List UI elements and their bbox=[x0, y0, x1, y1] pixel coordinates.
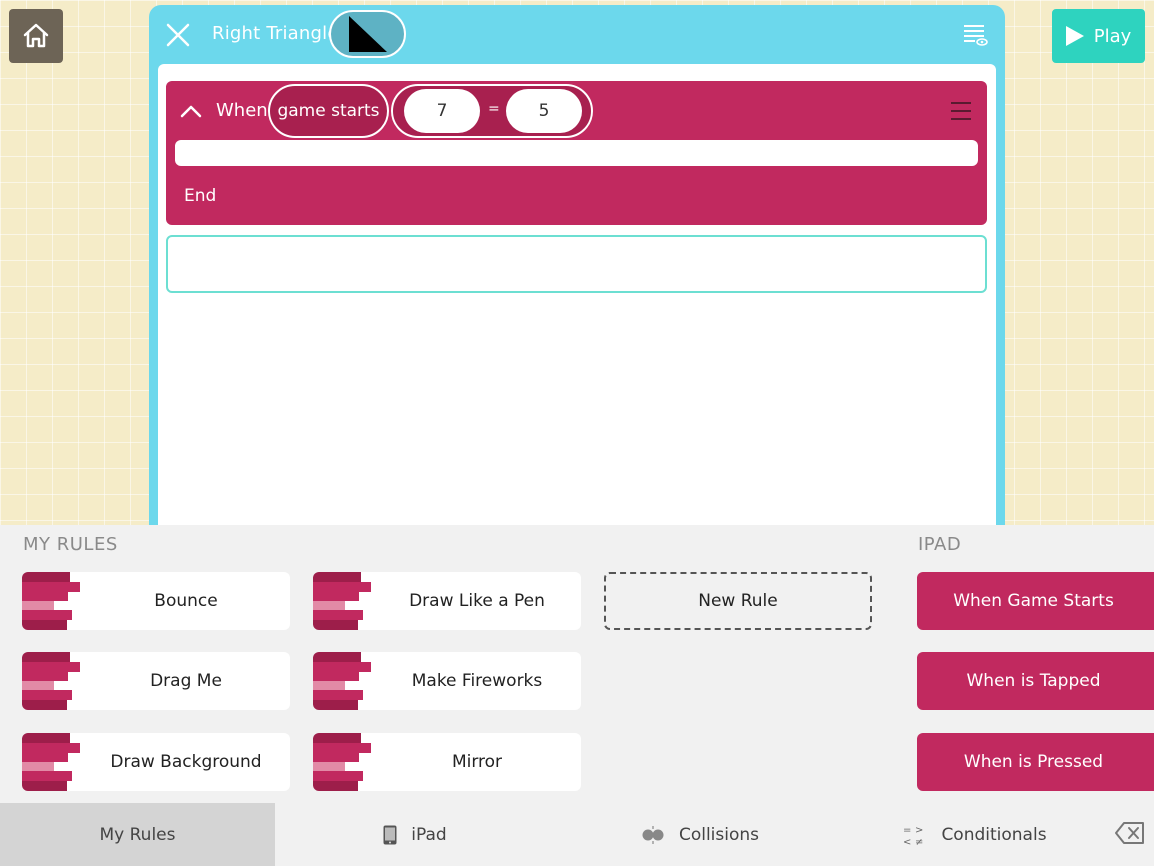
my-rule-label: Draw Background bbox=[110, 752, 262, 772]
tab-ipad[interactable]: iPad bbox=[275, 803, 555, 866]
condition-pill[interactable]: 7 = 5 bbox=[391, 84, 593, 138]
tab-my-rules[interactable]: My Rules bbox=[0, 803, 275, 866]
tab-label: Collisions bbox=[678, 824, 760, 845]
home-button[interactable] bbox=[9, 9, 63, 63]
rule-block[interactable]: When game starts 7 = 5 End bbox=[166, 81, 987, 225]
hamburger-menu-icon[interactable] bbox=[951, 101, 971, 121]
ipad-section-title: IPAD bbox=[918, 534, 962, 555]
condition-right-value[interactable]: 5 bbox=[506, 89, 582, 133]
tab-collisions[interactable]: Collisions bbox=[555, 803, 845, 866]
my-rule-label: Drag Me bbox=[150, 671, 222, 691]
end-label: End bbox=[184, 186, 217, 206]
ipad-rule-card[interactable]: When is Pressed bbox=[917, 733, 1154, 791]
my-rule-label: Mirror bbox=[451, 752, 503, 772]
tab-label: My Rules bbox=[99, 824, 176, 845]
collisions-icon bbox=[642, 825, 664, 844]
editor-header: Right Triangle bbox=[149, 5, 1005, 63]
play-button[interactable]: Play bbox=[1052, 9, 1145, 63]
new-rule-button[interactable]: New Rule bbox=[604, 572, 872, 630]
conditionals-icon: = > < ≠ bbox=[903, 825, 923, 847]
my-rule-card[interactable]: Draw Background bbox=[22, 733, 290, 791]
ipad-rule-card[interactable]: When Game Starts bbox=[917, 572, 1154, 630]
right-triangle-icon bbox=[348, 16, 387, 52]
rule-canvas: When game starts 7 = 5 End bbox=[158, 64, 996, 525]
play-label: Play bbox=[1093, 25, 1132, 47]
tab-label: iPad bbox=[411, 824, 447, 845]
my-rule-label: Bounce bbox=[154, 591, 218, 611]
category-tabbar: My Rules iPad Collisions = > < ≠ Conditi… bbox=[0, 803, 1154, 866]
my-rule-card[interactable]: Bounce bbox=[22, 572, 290, 630]
when-label: When bbox=[216, 100, 268, 121]
my-rule-label: Make Fireworks bbox=[411, 671, 543, 691]
tab-label: Conditionals bbox=[941, 824, 1047, 845]
rule-editor-panel: Right Triangle When game starts 7 = 5 En… bbox=[149, 5, 1005, 525]
my-rule-card[interactable]: Mirror bbox=[313, 733, 581, 791]
chevron-up-icon[interactable] bbox=[179, 102, 203, 120]
svg-text:<: < bbox=[903, 837, 911, 847]
my-rule-card[interactable]: Drag Me bbox=[22, 652, 290, 710]
condition-left-value[interactable]: 7 bbox=[404, 89, 480, 133]
object-thumbnail[interactable] bbox=[329, 10, 406, 58]
rule-action-slot[interactable] bbox=[175, 140, 978, 166]
svg-text:>: > bbox=[915, 825, 923, 836]
my-rule-label: Draw Like a Pen bbox=[409, 591, 545, 611]
new-rule-drop-slot[interactable] bbox=[166, 235, 987, 293]
tab-conditionals[interactable]: = > < ≠ Conditionals bbox=[845, 803, 1105, 866]
rules-palette: MY RULES Bounce Drag Me Draw Background … bbox=[0, 525, 1154, 803]
my-rule-card[interactable]: Make Fireworks bbox=[313, 652, 581, 710]
svg-text:≠: ≠ bbox=[915, 837, 923, 847]
delete-icon[interactable] bbox=[1114, 820, 1146, 846]
close-icon[interactable] bbox=[165, 22, 191, 48]
my-rule-card[interactable]: Draw Like a Pen bbox=[313, 572, 581, 630]
condition-operator: = bbox=[488, 101, 500, 117]
play-icon bbox=[1065, 26, 1084, 46]
my-rules-section-title: MY RULES bbox=[23, 534, 118, 555]
ipad-rule-card[interactable]: When is Tapped bbox=[917, 652, 1154, 710]
ipad-icon bbox=[383, 825, 397, 844]
object-name: Right Triangle bbox=[212, 23, 339, 44]
script-view-icon[interactable] bbox=[962, 22, 988, 48]
svg-text:=: = bbox=[903, 825, 911, 836]
home-icon bbox=[23, 23, 49, 48]
trigger-pill[interactable]: game starts bbox=[268, 84, 389, 138]
